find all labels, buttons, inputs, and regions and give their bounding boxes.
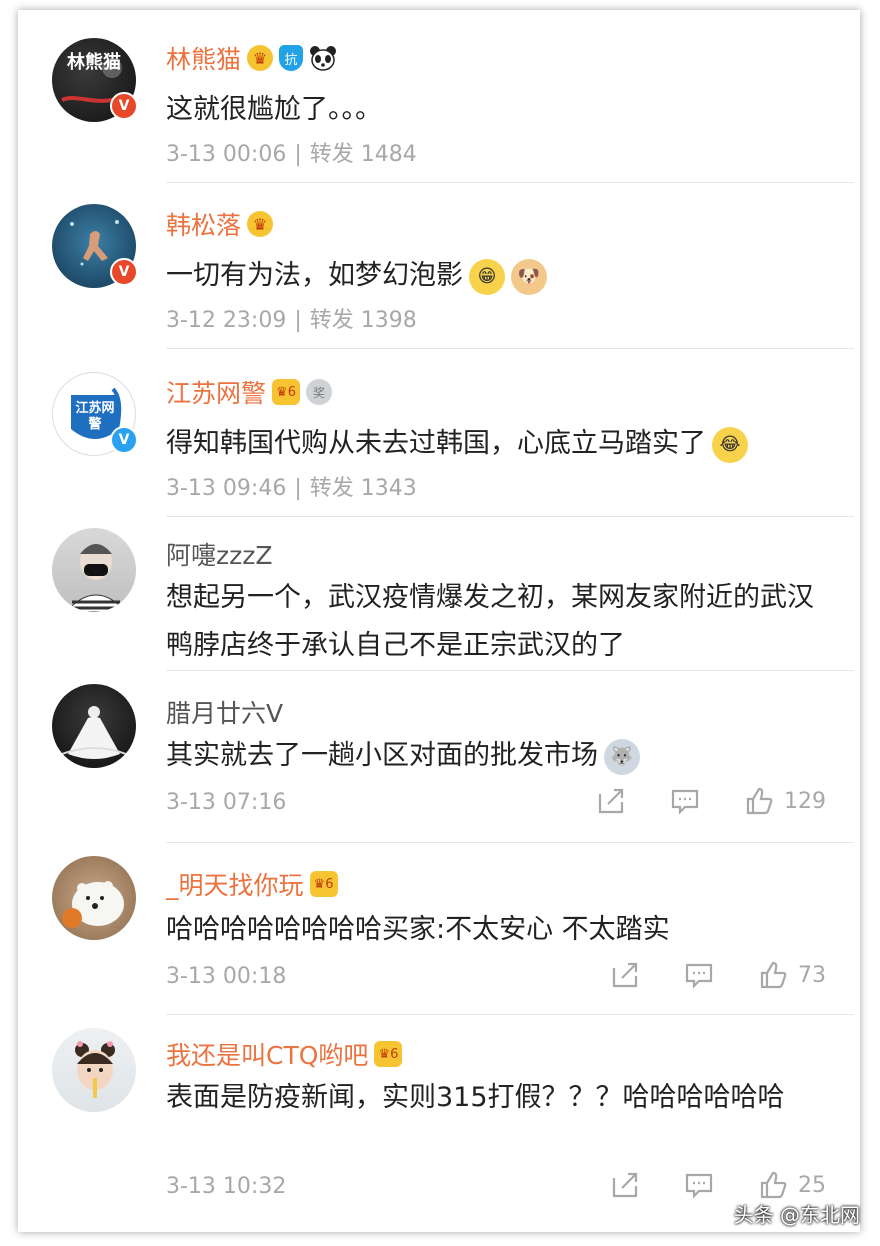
divider (166, 348, 854, 349)
avatar[interactable]: 江苏网警 V (52, 372, 138, 456)
username[interactable]: 我还是叫CTQ哟吧 (166, 1036, 368, 1072)
vip-crown-icon: ♛ (247, 45, 274, 71)
comment-date: 3-13 00:18 (166, 964, 287, 989)
watermark: 头条 @东北网 (733, 1203, 860, 1227)
verified-badge: V (110, 92, 138, 120)
avatar[interactable] (52, 528, 136, 612)
grin-emoji-icon: 😁 (469, 258, 505, 295)
avatar[interactable] (52, 856, 136, 940)
verified-badge: V (110, 258, 138, 286)
comment-list: 林熊猫 V 林熊猫 ♛ 抗 这就很尴尬了。。。 3-13 00:06 | 转发 14… (18, 10, 860, 1232)
repost-count: 1484 (360, 142, 417, 167)
avatar[interactable] (52, 1028, 136, 1112)
share-icon[interactable] (610, 960, 640, 990)
like-count: 73 (798, 962, 826, 988)
comment-meta: 3-13 09:46 | 转发 1343 (166, 476, 417, 501)
comment-text: 表面是防疫新闻，实则315打假？？？哈哈哈哈哈哈 (166, 1082, 785, 1113)
username[interactable]: 韩松落 (166, 206, 241, 242)
repost-count: 1343 (360, 476, 417, 501)
username[interactable]: 江苏网警 (166, 374, 266, 410)
comment-date: 3-13 09:46 (166, 476, 287, 501)
username-row: 腊月廿六V (166, 694, 283, 730)
username-row: 韩松落 ♛ (166, 206, 274, 242)
divider (166, 670, 854, 671)
username[interactable]: 阿嚏zzzZ (166, 536, 273, 572)
vip-crown-icon: ♛ (247, 211, 274, 237)
username[interactable]: _明天找你玩 (166, 866, 304, 902)
divider (166, 516, 854, 517)
avatar-label: 江苏网警 (75, 401, 115, 432)
username-row: _明天找你玩 ♛6 (166, 866, 338, 902)
anti-epidemic-shield-icon: 抗 (279, 45, 304, 71)
avatar[interactable]: 林熊猫 V (52, 38, 138, 122)
avatar-calligraphy: 林熊猫 (67, 52, 121, 73)
comment-text-row: 得知韩国代购从未去过韩国，心底立马踏实了 😂 (166, 420, 830, 468)
like-icon[interactable] (758, 960, 788, 990)
share-icon[interactable] (610, 1170, 640, 1200)
like-count: 25 (798, 1172, 826, 1198)
repost-label[interactable]: 转发 (310, 308, 354, 333)
vip-level-crown-icon: ♛6 (272, 379, 301, 405)
comment-meta: 3-13 00:06 | 转发 1484 (166, 142, 417, 167)
username[interactable]: 林熊猫 (166, 40, 241, 76)
comment-text-row: 其实就去了一趟小区对面的批发市场 🐺 (166, 732, 830, 780)
comment-text: 这就很尴尬了。。。 (166, 94, 382, 125)
comment-icon[interactable] (684, 960, 714, 990)
husky-emoji-icon: 🐺 (604, 738, 640, 775)
like-icon[interactable] (744, 786, 774, 816)
comment-date: 3-13 10:32 (166, 1174, 287, 1199)
comment-text: 得知韩国代购从未去过韩国，心底立马踏实了 (166, 428, 706, 459)
divider (166, 842, 854, 843)
verified-badge: V (110, 426, 138, 454)
comment-icon[interactable] (684, 1170, 714, 1200)
comment-text: 其实就去了一趟小区对面的批发市场 (166, 740, 598, 771)
share-icon[interactable] (596, 786, 626, 816)
like-icon[interactable] (758, 1170, 788, 1200)
divider (166, 182, 854, 183)
avatar-child-photo (75, 1041, 115, 1098)
username-row: 我还是叫CTQ哟吧 ♛6 (166, 1036, 403, 1072)
comment-meta: 3-12 23:09 | 转发 1398 (166, 308, 417, 333)
comment-date: 3-12 23:09 (166, 308, 287, 333)
username-row: 江苏网警 ♛6 奖 (166, 374, 333, 410)
divider (166, 1014, 854, 1015)
avatar-polar-bear (62, 881, 124, 928)
action-bar: 25 (566, 1170, 826, 1200)
username-row: 阿嚏zzzZ (166, 536, 273, 572)
comment-text: 想起另一个，武汉疫情爆发之初，某网友家附近的武汉鸭脖店终于承认自己不是正宗武汉的… (166, 582, 814, 661)
comment-date: 3-13 07:16 (166, 790, 287, 815)
action-bar: 129 (552, 786, 826, 816)
avatar-white-dress-art (61, 706, 127, 759)
like-count: 129 (784, 788, 826, 814)
laugh-cry-emoji-icon: 😂 (712, 426, 748, 463)
doge-emoji-icon: 🐶 (511, 258, 547, 295)
avatar[interactable]: V (52, 204, 138, 288)
avatar[interactable] (52, 684, 136, 768)
comment-text: 一切有为法，如梦幻泡影 (166, 260, 463, 291)
panda-icon (309, 45, 337, 71)
username[interactable]: 腊月廿六V (166, 694, 283, 730)
medal-icon: 奖 (306, 379, 333, 405)
repost-count: 1398 (360, 308, 417, 333)
action-bar: 73 (566, 960, 826, 990)
avatar-masked-person (65, 544, 127, 612)
username-row: 林熊猫 ♛ 抗 (166, 40, 337, 76)
repost-label[interactable]: 转发 (310, 476, 354, 501)
repost-label[interactable]: 转发 (310, 142, 354, 167)
vip-level-crown-icon: ♛6 (309, 871, 338, 897)
comment-text: 哈哈哈哈哈哈哈哈买家:不太安心 不太踏实 (166, 914, 670, 945)
comment-icon[interactable] (670, 786, 700, 816)
comment-text-row: 一切有为法，如梦幻泡影 😁 🐶 (166, 252, 830, 300)
vip-level-crown-icon: ♛6 (374, 1041, 403, 1067)
comment-date: 3-13 00:06 (166, 142, 287, 167)
